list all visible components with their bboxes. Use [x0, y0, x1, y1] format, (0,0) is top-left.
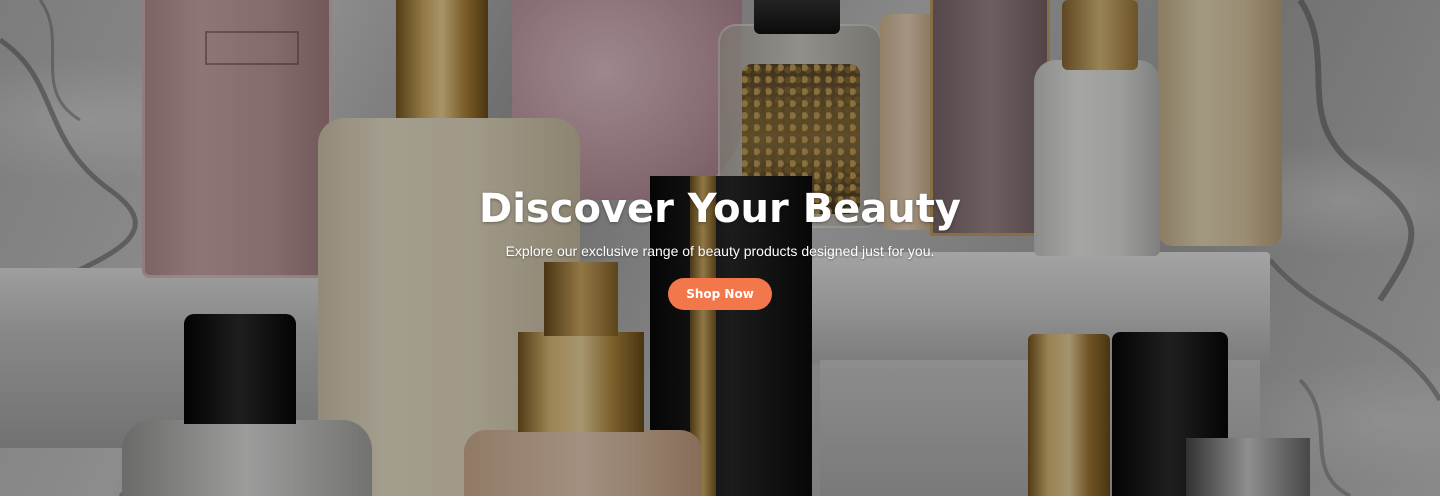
- hero-banner: Discover Your Beauty Explore our exclusi…: [0, 0, 1440, 496]
- hero-content: Discover Your Beauty Explore our exclusi…: [0, 184, 1440, 310]
- hero-title: Discover Your Beauty: [479, 186, 961, 232]
- hero-subtitle: Explore our exclusive range of beauty pr…: [505, 243, 935, 259]
- shop-now-button[interactable]: Shop Now: [668, 278, 772, 310]
